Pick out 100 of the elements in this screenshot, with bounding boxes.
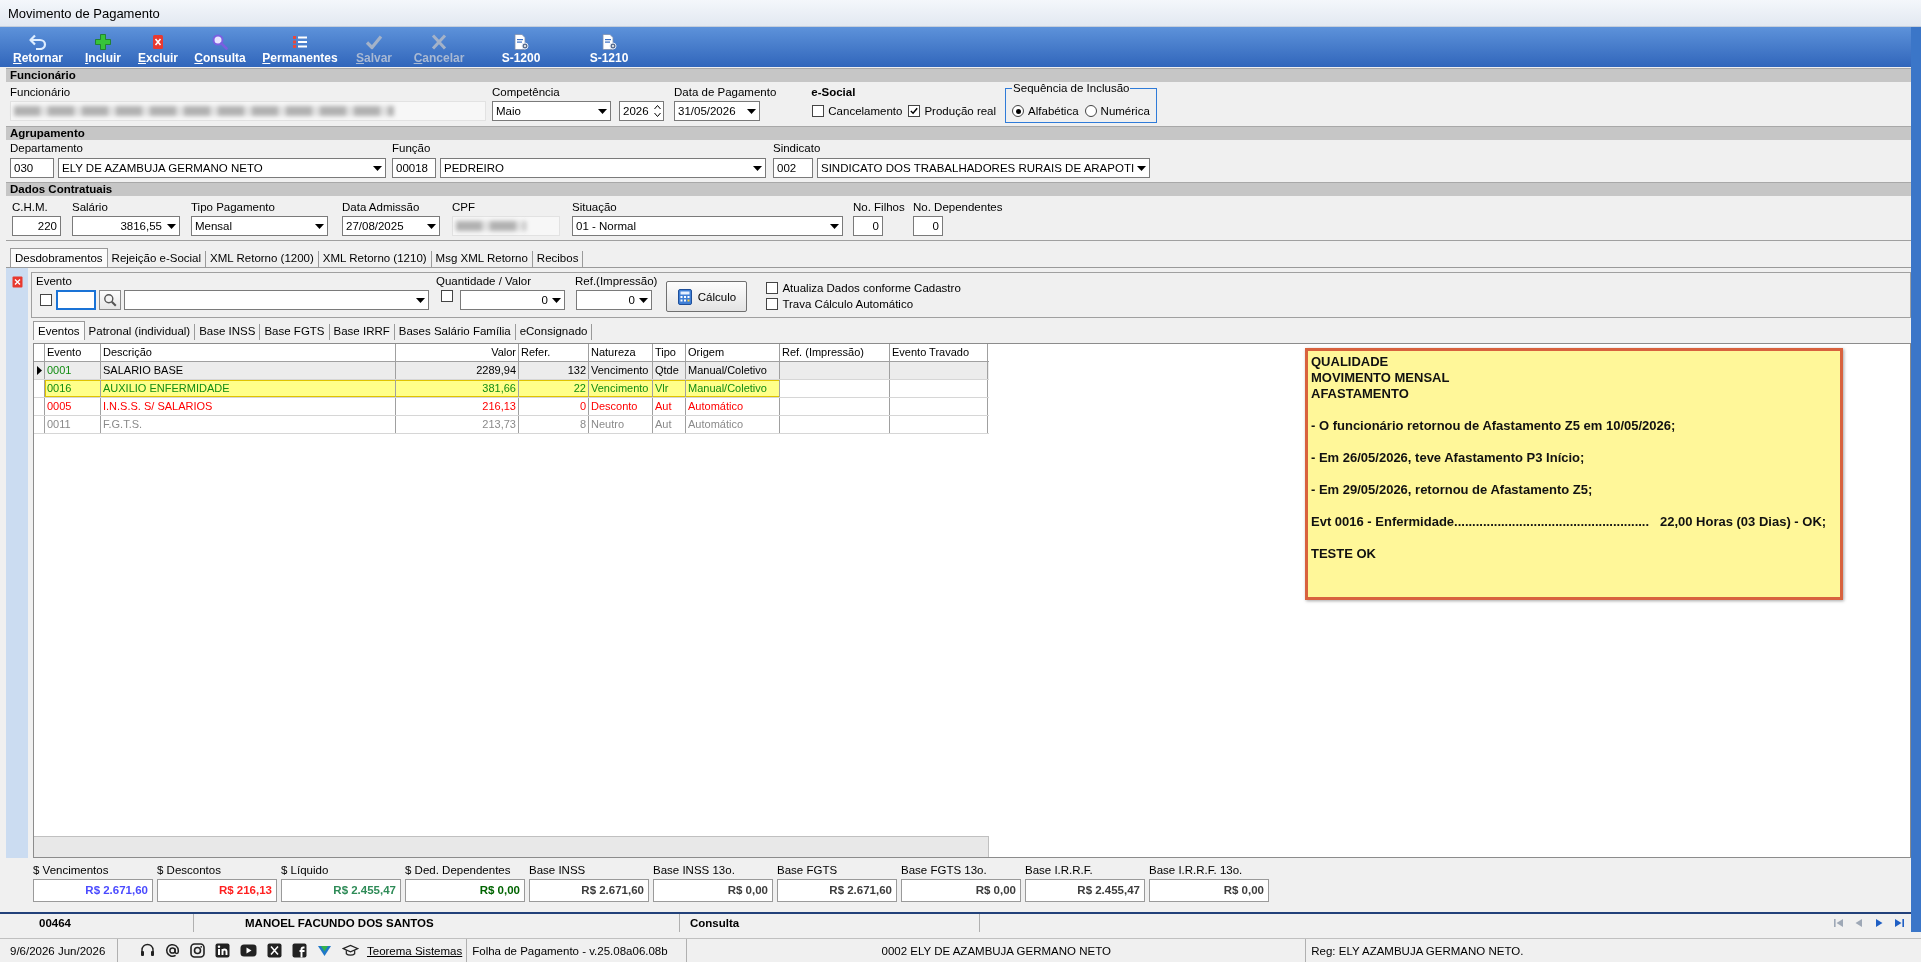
column-header[interactable]: Natureza [589, 344, 653, 361]
toolbar-button[interactable]: Retornar [8, 27, 68, 67]
tab[interactable]: eConsignado [515, 324, 593, 340]
field-label: Situação [572, 200, 617, 214]
registry-text: Reg: ELY AZAMBUJA GERMANO NETO. [1311, 944, 1524, 957]
column-header[interactable]: Ref. (Impressão) [780, 344, 890, 361]
number-field[interactable]: 220 [12, 216, 61, 236]
table-row[interactable]: 0011 F.G.T.S. 213,73 8 Neutro Aut Automático [34, 416, 989, 434]
tab[interactable]: Rejeição e-Social [107, 251, 207, 267]
checkbox-label[interactable]: Trava Cálculo Automático [782, 297, 914, 311]
document-gear-icon [512, 34, 530, 50]
column-header[interactable]: Tipo [653, 344, 686, 361]
play-button-icon[interactable] [240, 944, 257, 957]
dropdown[interactable]: Mensal [191, 216, 328, 236]
search-button[interactable] [99, 290, 121, 310]
graduation-cap-icon[interactable] [342, 944, 359, 957]
table-cell: Vlr [653, 380, 686, 397]
dropdown[interactable]: 0 [576, 290, 652, 310]
next-record-icon[interactable] [1873, 918, 1885, 928]
dropdown[interactable]: ELY DE AZAMBUJA GERMANO NETO [58, 158, 386, 178]
checkbox-label[interactable]: Cancelamento [828, 104, 903, 118]
dropdown[interactable] [124, 290, 429, 310]
checkbox-label[interactable]: Produção real [924, 104, 997, 118]
radio-button[interactable] [1084, 105, 1097, 117]
tab[interactable]: Patronal (individual) [84, 324, 196, 340]
table-row[interactable]: 0005 I.N.S.S. S/ SALARIOS 216,13 0 Desconto Aut Automático [34, 398, 989, 416]
tab[interactable]: XML Retorno (1200) [206, 251, 319, 267]
table-cell: F.G.T.S. [101, 416, 396, 433]
column-header[interactable]: Valor [396, 344, 519, 361]
tab[interactable]: Base INSS [195, 324, 261, 340]
radio-label[interactable]: Alfabética [1028, 104, 1079, 118]
dropdown[interactable]: SINDICATO DOS TRABALHADORES RURAIS DE ARAPOTI [817, 158, 1150, 178]
section-header: Agrupamento [6, 126, 1911, 140]
toolbar-button[interactable]: Consulta [189, 27, 251, 67]
x-badge-icon[interactable] [267, 943, 282, 958]
caret-icon [373, 165, 382, 171]
checkbox[interactable] [908, 105, 921, 117]
tab[interactable]: Bases Salário Família [394, 324, 516, 340]
version-text: Folha de Pagamento - v.25.08a06.08b [472, 944, 668, 957]
number-field[interactable]: 0 [853, 216, 883, 236]
amount-field: R$ 216,13 [157, 879, 277, 902]
checkbox-label[interactable]: Atualiza Dados conforme Cadastro [782, 281, 961, 295]
checkbox[interactable] [40, 294, 52, 306]
dropdown[interactable]: 0 [460, 290, 565, 310]
radio-label[interactable]: Numérica [1100, 104, 1150, 118]
field-label: Função [392, 141, 431, 155]
cross-icon [430, 34, 448, 50]
dropdown[interactable]: 27/08/2025 [342, 216, 440, 236]
number-field[interactable]: 0 [913, 216, 943, 236]
tab[interactable]: XML Retorno (1210) [318, 251, 432, 267]
column-header[interactable]: Refer. [519, 344, 589, 361]
dropdown[interactable]: 3816,55 [72, 216, 180, 236]
date-dropdown[interactable]: 31/05/2026 [674, 101, 760, 121]
tab[interactable]: Recibos [532, 251, 584, 267]
table-row[interactable]: 0016 AUXILIO ENFERMIDADE 381,66 22 Vencimento Vlr Manual/Coletivo [34, 380, 989, 398]
camera-icon[interactable] [190, 943, 205, 958]
at-sign-icon[interactable] [165, 943, 180, 958]
caret-icon [747, 108, 756, 114]
table-row[interactable]: 0001 SALARIO BASE 2289,94 132 Vencimento Qtde Manual/Coletivo [34, 362, 989, 380]
headset-icon[interactable] [140, 943, 155, 958]
delete-icon[interactable] [11, 276, 23, 288]
toolbar-button[interactable]: Excluir [132, 27, 184, 67]
link[interactable]: Teorema Sistemas [367, 944, 463, 957]
code-field[interactable]: 030 [10, 158, 54, 178]
last-record-icon[interactable] [1893, 918, 1905, 928]
toolbar-button[interactable]: S-1200 [496, 27, 546, 67]
tab[interactable]: Desdobramentos [10, 248, 108, 267]
field-label: No. Dependentes [913, 200, 1003, 214]
in-badge-icon[interactable] [215, 943, 230, 958]
caret-icon [639, 297, 648, 303]
dropdown[interactable]: PEDREIRO [440, 158, 766, 178]
toolbar-button[interactable]: S-1210 [584, 27, 634, 67]
triangle-logo-icon[interactable] [317, 943, 332, 958]
checkbox[interactable] [766, 298, 779, 310]
tab[interactable]: Base IRRF [329, 324, 395, 340]
table-cell: AUXILIO ENFERMIDADE [101, 380, 396, 397]
checkbox[interactable] [766, 282, 779, 294]
column-header[interactable]: Evento [45, 344, 101, 361]
checkbox[interactable] [441, 290, 453, 302]
toolbar-button[interactable]: Incluir [79, 27, 127, 67]
column-header[interactable]: Origem [686, 344, 780, 361]
code-field[interactable]: 002 [773, 158, 813, 178]
code-field[interactable]: 00018 [392, 158, 436, 178]
spin-field[interactable]: 2026 [619, 101, 664, 121]
toolbar-button[interactable]: Permanentes [258, 27, 342, 67]
tab[interactable]: Msg XML Retorno [431, 251, 533, 267]
f-badge-icon[interactable] [292, 943, 307, 958]
input-field[interactable] [56, 290, 96, 310]
column-header[interactable]: Descrição [101, 344, 396, 361]
column-header[interactable]: Evento Travado [890, 344, 988, 361]
tab[interactable]: Eventos [33, 321, 85, 340]
date-text: 9/6/2026 Jun/2026 [10, 944, 106, 957]
field-label: Departamento [10, 141, 83, 155]
checkbox[interactable] [812, 105, 825, 117]
dropdown[interactable]: Maio [492, 101, 611, 121]
search-icon [103, 293, 117, 307]
dropdown[interactable]: 01 - Normal [572, 216, 843, 236]
calculate-button[interactable]: Cálculo [666, 281, 748, 312]
radio-button[interactable] [1012, 105, 1025, 117]
tab[interactable]: Base FGTS [260, 324, 330, 340]
